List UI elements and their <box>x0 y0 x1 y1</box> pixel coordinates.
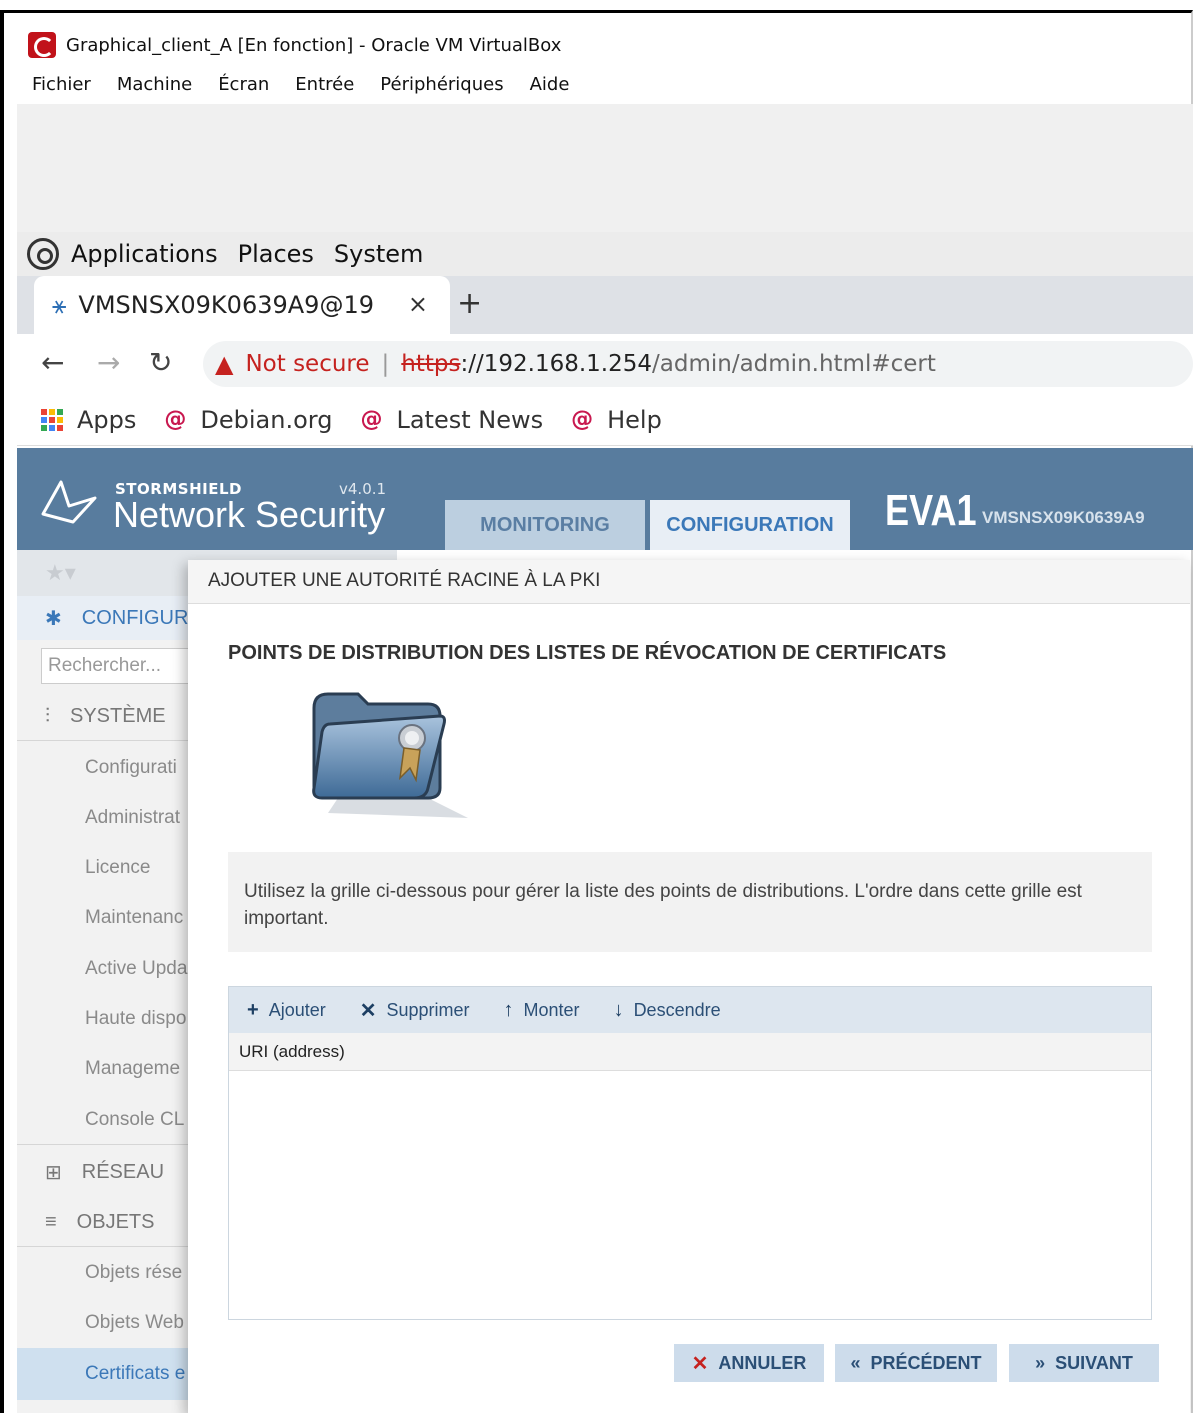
delete-button-label: Supprimer <box>386 999 470 1020</box>
double-chevron-right-icon: » <box>1035 1352 1046 1373</box>
bookmark-latest-news[interactable]: @ Latest News <box>360 406 543 434</box>
arrow-up-icon: ↑ <box>503 998 514 1021</box>
reload-icon[interactable]: ↻ <box>149 346 172 379</box>
device-name: EVA1 <box>885 486 977 535</box>
menu-aide[interactable]: Aide <box>530 74 570 95</box>
network-icon: ⊞ <box>45 1161 62 1184</box>
bookmark-label: Debian.org <box>200 405 333 434</box>
cross-icon: ✕ <box>359 999 377 1022</box>
url-scheme: https <box>401 351 461 377</box>
url-host: ://192.168.1.254 <box>460 351 653 377</box>
debian-swirl-icon: @ <box>571 407 594 432</box>
previous-button[interactable]: « PRÉCÉDENT <box>835 1344 997 1382</box>
warning-triangle-icon[interactable]: ▲ <box>215 350 233 378</box>
gear-icon: ✱ <box>45 607 62 630</box>
gnome-places[interactable]: Places <box>238 240 314 268</box>
tab-close-icon[interactable]: × <box>408 290 428 318</box>
bookmark-label: Latest News <box>396 405 544 434</box>
grid-toolbar: + Ajouter ✕ Supprimer ↑ Monter ↓ Descend… <box>229 987 1151 1033</box>
new-tab-button[interactable]: + <box>457 286 482 321</box>
delete-button[interactable]: ✕ Supprimer <box>360 998 470 1023</box>
app-header: STORMSHIELD v4.0.1 Network Security MONI… <box>17 448 1193 550</box>
device-serial: VMSNSX09K0639A9 <box>982 508 1145 527</box>
gnome-panel: Applications Places System <box>17 232 1193 276</box>
debian-swirl-icon: @ <box>164 407 187 432</box>
bookmark-label: Apps <box>77 405 137 434</box>
gnome-foot-icon[interactable] <box>27 238 59 270</box>
stormshield-favicon-icon: ⚹ <box>52 291 67 319</box>
not-secure-label[interactable]: Not secure <box>245 351 369 377</box>
product-name: Network Security <box>113 494 386 535</box>
url-path: /admin/admin.html#cert <box>652 351 936 377</box>
forward-arrow-icon[interactable]: → <box>97 346 120 379</box>
menu-ecran[interactable]: Écran <box>218 74 269 95</box>
menu-fichier[interactable]: Fichier <box>32 74 91 95</box>
vbox-toolbar-area <box>17 104 1193 232</box>
pki-wizard-dialog: AJOUTER UNE AUTORITÉ RACINE À LA PKI POI… <box>188 560 1190 1413</box>
cancel-button-label: ANNULER <box>718 1352 807 1373</box>
vbox-menubar: Fichier Machine Écran Entrée Périphériqu… <box>32 74 569 95</box>
gnome-applications[interactable]: Applications <box>71 240 218 268</box>
bookmark-help[interactable]: @ Help <box>571 406 662 434</box>
browser-toolbar: ← → ↻ ▲ Not secure | https ://192.168.1.… <box>17 334 1193 394</box>
sidebar-config-label: CONFIGURA <box>81 606 202 629</box>
cross-icon: ✕ <box>691 1352 709 1375</box>
virtualbox-logo-icon <box>28 32 56 58</box>
tab-monitoring[interactable]: MONITORING <box>445 500 645 550</box>
distribution-points-grid: + Ajouter ✕ Supprimer ↑ Monter ↓ Descend… <box>228 986 1152 1320</box>
add-button-label: Ajouter <box>268 999 326 1020</box>
dialog-title: AJOUTER UNE AUTORITÉ RACINE À LA PKI <box>188 560 1190 604</box>
bookmark-label: Help <box>607 405 662 434</box>
tab-title: VMSNSX09K0639A9@19 <box>78 291 374 319</box>
bookmark-debian[interactable]: @ Debian.org <box>164 406 332 434</box>
info-box: Utilisez la grille ci-dessous pour gérer… <box>228 852 1152 952</box>
sidebar-section-label: RÉSEAU <box>81 1160 165 1183</box>
column-header-uri[interactable]: URI (address) <box>229 1033 1151 1071</box>
menu-peripheriques[interactable]: Périphériques <box>380 74 503 95</box>
sliders-icon: ⫶ <box>45 704 50 727</box>
vbox-title: Graphical_client_A [En fonction] - Oracl… <box>66 34 562 56</box>
move-down-label: Descendre <box>633 999 721 1020</box>
browser-tab[interactable]: ⚹ VMSNSX09K0639A9@19 × <box>34 276 450 334</box>
debian-swirl-icon: @ <box>360 407 383 432</box>
browser-tabstrip: ⚹ VMSNSX09K0639A9@19 × + <box>17 276 1193 334</box>
sidebar-section-label: OBJETS <box>76 1210 155 1233</box>
arrow-down-icon: ↓ <box>613 998 624 1021</box>
previous-button-label: PRÉCÉDENT <box>870 1352 982 1373</box>
bookmarks-bar: Apps @ Debian.org @ Latest News @ Help <box>17 394 1193 446</box>
section-title: POINTS DE DISTRIBUTION DES LISTES DE RÉV… <box>228 642 947 664</box>
certificate-folder-icon <box>312 692 468 818</box>
double-chevron-left-icon: « <box>850 1352 861 1373</box>
cancel-button[interactable]: ✕ ANNULER <box>674 1344 824 1382</box>
move-up-label: Monter <box>523 999 580 1020</box>
plus-icon: + <box>247 998 259 1021</box>
sidebar-section-label: SYSTÈME <box>70 704 166 727</box>
next-button-label: SUIVANT <box>1055 1352 1133 1373</box>
address-bar[interactable]: ▲ Not secure | https ://192.168.1.254 /a… <box>203 341 1193 387</box>
add-button[interactable]: + Ajouter <box>247 999 326 1022</box>
vbox-titlebar: Graphical_client_A [En fonction] - Oracl… <box>28 28 561 62</box>
move-down-button[interactable]: ↓ Descendre <box>614 999 721 1022</box>
back-arrow-icon[interactable]: ← <box>41 346 64 379</box>
menu-entree[interactable]: Entrée <box>295 74 354 95</box>
bookmark-apps[interactable]: Apps <box>41 406 136 434</box>
gnome-system[interactable]: System <box>334 240 424 268</box>
database-icon: ≡ <box>45 1210 57 1233</box>
apps-grid-icon <box>41 408 63 431</box>
next-button[interactable]: » SUIVANT <box>1009 1344 1159 1382</box>
omnibox-separator: | <box>381 351 390 377</box>
menu-machine[interactable]: Machine <box>117 74 192 95</box>
move-up-button[interactable]: ↑ Monter <box>504 999 580 1022</box>
stormshield-logo-icon <box>41 480 97 524</box>
tab-configuration[interactable]: CONFIGURATION <box>650 500 850 550</box>
